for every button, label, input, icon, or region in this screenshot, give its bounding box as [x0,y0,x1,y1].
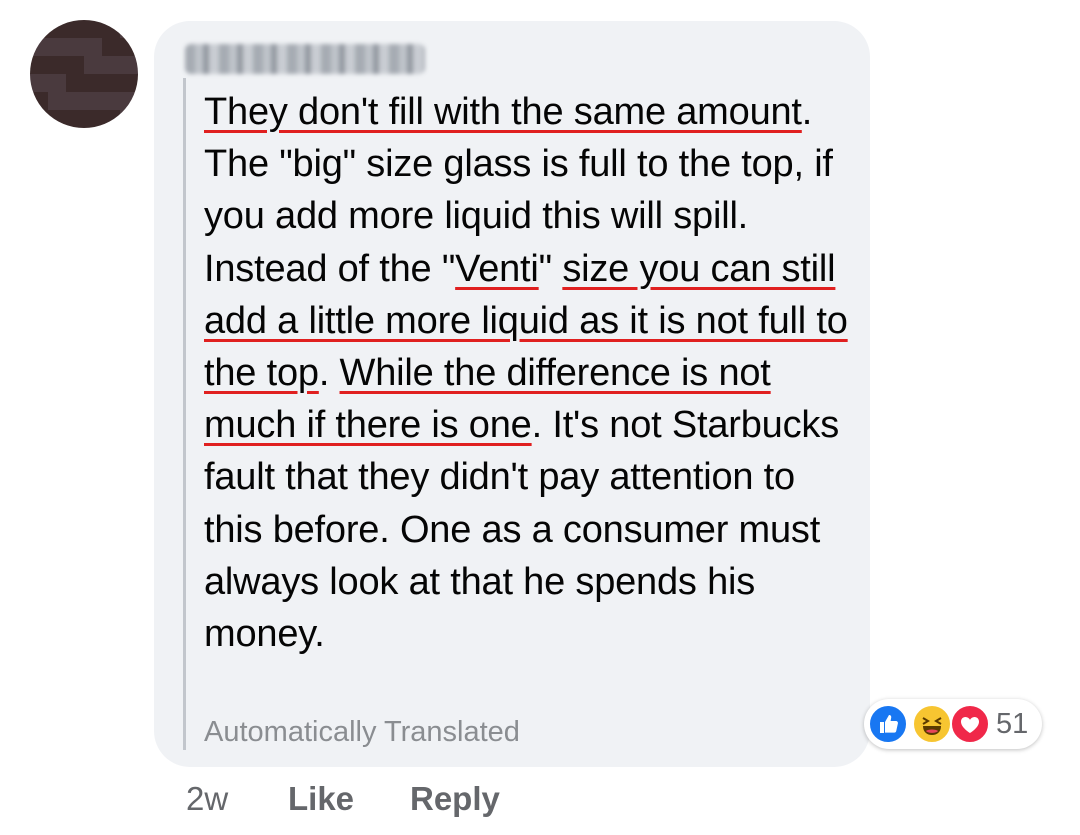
love-icon [950,704,990,744]
haha-icon [912,704,952,744]
reaction-count: 51 [996,708,1029,740]
timestamp[interactable]: 2w [186,780,228,818]
translation-quote-bar [183,78,186,750]
translation-note[interactable]: Automatically Translated [204,716,520,749]
text-segment: . [318,352,340,395]
underlined-text-segment: They don't fill with the same amount [204,91,802,133]
like-icon [868,704,908,744]
like-button[interactable]: Like [288,780,354,818]
comment-text: They don't fill with the same amount. Th… [204,86,854,660]
reply-button[interactable]: Reply [410,780,500,818]
avatar[interactable] [30,20,138,128]
text-segment: " [538,247,563,290]
reaction-summary[interactable]: 51 [864,699,1042,749]
underlined-text-segment: Venti [455,247,539,290]
author-name-blurred[interactable] [185,44,425,74]
